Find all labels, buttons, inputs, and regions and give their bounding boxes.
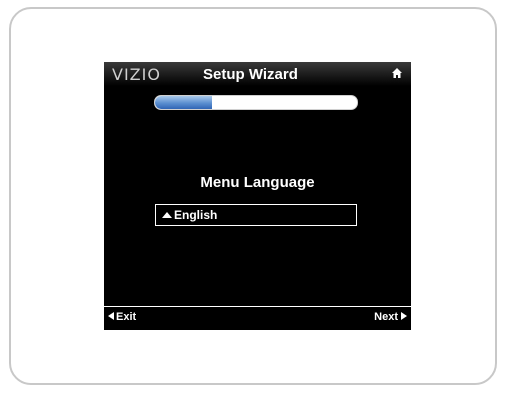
language-value: English bbox=[174, 208, 218, 222]
home-icon[interactable] bbox=[391, 67, 403, 79]
next-label: Next bbox=[374, 311, 398, 323]
language-selector[interactable]: English bbox=[155, 204, 357, 226]
header-bar: VIZIO Setup Wizard bbox=[104, 62, 411, 86]
triangle-up-icon bbox=[162, 212, 172, 218]
triangle-left-icon bbox=[108, 312, 114, 320]
progress-fill bbox=[155, 96, 212, 109]
exit-label: Exit bbox=[116, 311, 137, 323]
brand-logo: VIZIO bbox=[112, 65, 161, 84]
tv-screen: VIZIO Setup Wizard Menu Language English… bbox=[104, 62, 411, 330]
setup-progress-bar bbox=[154, 95, 358, 110]
next-button[interactable]: Next bbox=[374, 311, 407, 325]
menu-language-heading: Menu Language bbox=[200, 174, 315, 191]
footer-divider bbox=[104, 306, 411, 307]
page-title: Setup Wizard bbox=[203, 66, 298, 83]
triangle-right-icon bbox=[401, 312, 407, 320]
exit-button[interactable]: Exit bbox=[108, 311, 136, 325]
